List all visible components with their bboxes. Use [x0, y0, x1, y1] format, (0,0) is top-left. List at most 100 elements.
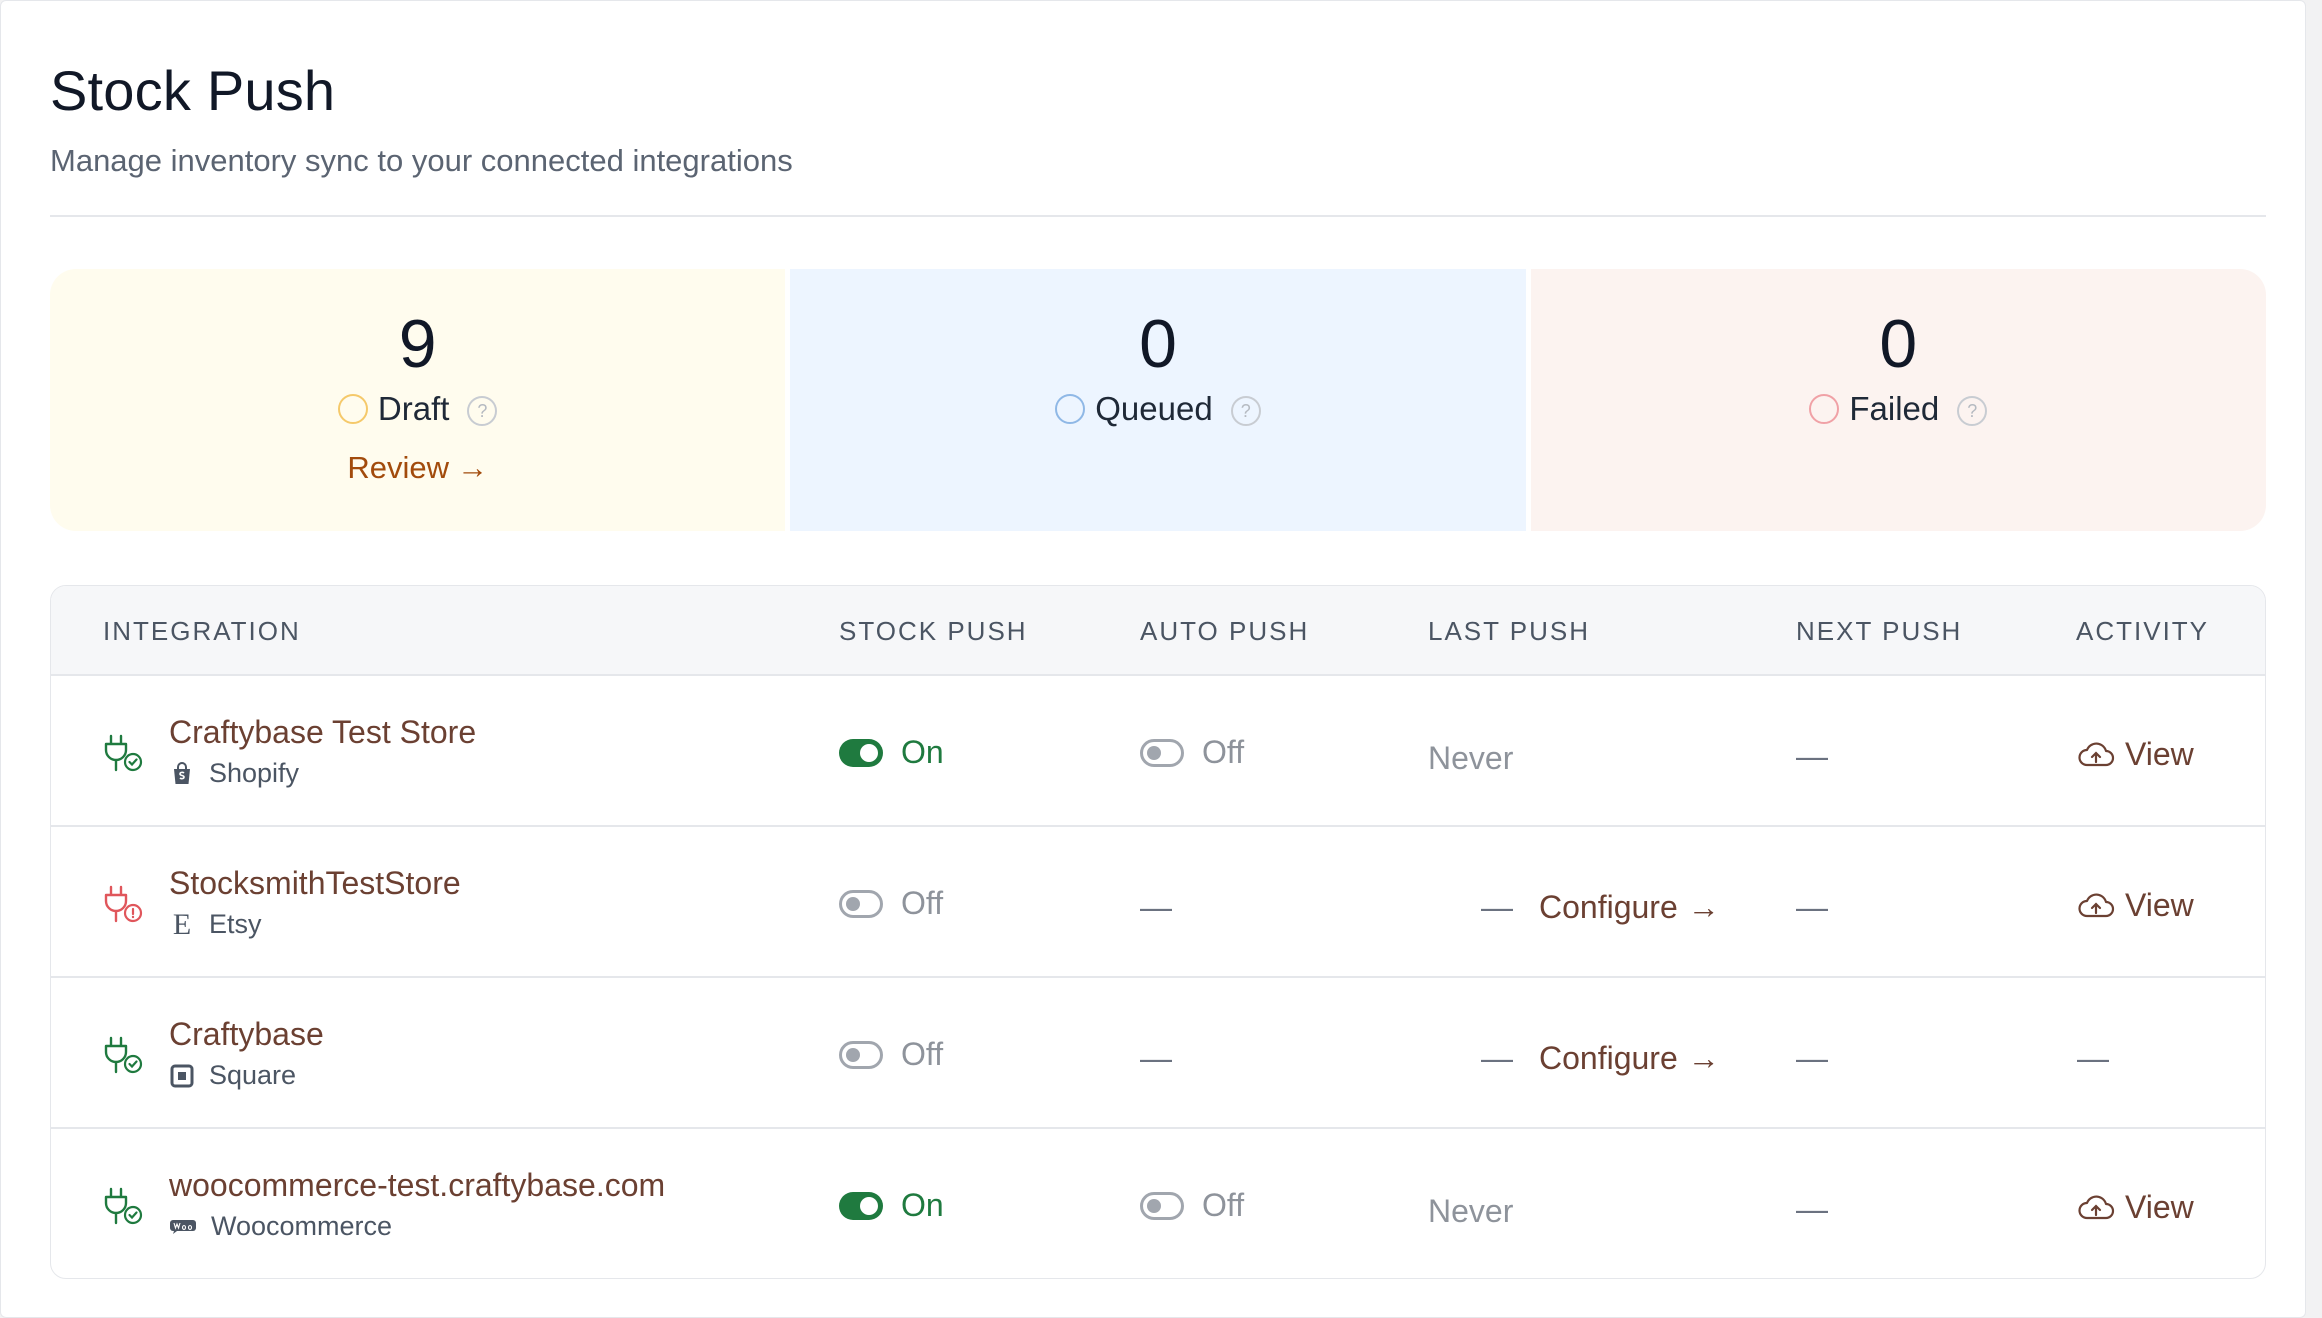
- configure-link[interactable]: Configure →: [1539, 889, 1720, 926]
- last-push-cell: — Configure →: [1481, 1040, 1720, 1077]
- woo-icon: [169, 1214, 197, 1240]
- toggle-switch[interactable]: [839, 1191, 883, 1220]
- review-drafts-link[interactable]: Review →: [347, 450, 488, 486]
- integration-name-link[interactable]: Craftybase Test Store: [169, 714, 476, 751]
- view-activity-link[interactable]: View: [2077, 887, 2194, 924]
- integration-platform: Square: [169, 1060, 296, 1091]
- cloud-upload-icon: [2078, 892, 2115, 917]
- integration-name-link[interactable]: Craftybase: [169, 1016, 324, 1053]
- review-link-label: Review: [347, 450, 449, 485]
- stat-draft-label: Draft: [377, 390, 450, 427]
- stock-push-state: On: [901, 734, 944, 770]
- integration-name-link[interactable]: woocommerce-test.craftybase.com: [169, 1167, 665, 1204]
- help-icon[interactable]: ?: [467, 396, 498, 426]
- arrow-right-icon: →: [456, 450, 488, 485]
- failed-status-ring-icon: [1809, 394, 1840, 424]
- stat-failed-label: Failed: [1849, 390, 1940, 427]
- toggle-switch[interactable]: [839, 1040, 883, 1069]
- auto-push-toggle[interactable]: Off: [1140, 1187, 1244, 1224]
- integration-platform-label: Woocommerce: [211, 1211, 393, 1241]
- stock-push-state: Off: [901, 885, 944, 921]
- view-activity-label: View: [2125, 887, 2194, 923]
- toggle-switch[interactable]: [1140, 738, 1184, 767]
- configure-label: Configure: [1539, 1040, 1678, 1076]
- view-activity-label: View: [2125, 736, 2194, 772]
- etsy-e-icon: E: [172, 907, 192, 941]
- stat-draft-label-row: Draft ?: [337, 390, 498, 428]
- view-activity-link[interactable]: View: [2077, 1189, 2194, 1226]
- help-icon[interactable]: ?: [1230, 396, 1261, 426]
- stock-push-toggle[interactable]: Off: [839, 885, 943, 922]
- column-header-last-push: LAST PUSH: [1428, 616, 1591, 646]
- integration-name-link[interactable]: StocksmithTestStore: [169, 865, 461, 902]
- arrow-right-icon: →: [1687, 889, 1720, 925]
- next-push-value: —: [1796, 889, 1828, 925]
- stat-draft: 9 Draft ? Review →: [50, 269, 786, 531]
- shopify-bag-icon: [169, 761, 195, 787]
- stock-push-page: Stock Push Manage inventory sync to your…: [0, 0, 2306, 1318]
- stock-push-toggle[interactable]: Off: [839, 1036, 943, 1073]
- table-row: Craftybase Square Off — — Configure → —: [51, 978, 2265, 1129]
- toggle-switch[interactable]: [1140, 1191, 1184, 1220]
- arrow-right-icon: →: [1687, 1040, 1720, 1076]
- square-icon: [169, 1063, 195, 1089]
- page-header: Stock Push Manage inventory sync to your…: [50, 57, 2266, 217]
- stat-draft-value: 9: [398, 306, 437, 382]
- auto-push-value: —: [1140, 1040, 1172, 1076]
- plug-check-icon: [104, 734, 143, 772]
- cloud-upload-icon: [2078, 741, 2115, 766]
- column-header-activity: ACTIVITY: [2076, 616, 2210, 646]
- stat-failed-value: 0: [1879, 306, 1918, 382]
- activity-value: —: [2077, 1040, 2109, 1076]
- stat-failed-label-row: Failed ?: [1809, 390, 1988, 428]
- stat-queued-value: 0: [1139, 306, 1177, 382]
- stat-queued: 0 Queued ?: [790, 269, 1526, 531]
- page-title: Stock Push: [50, 59, 336, 122]
- view-activity-label: View: [2125, 1189, 2194, 1225]
- toggle-switch[interactable]: [839, 889, 883, 918]
- next-push-value: —: [1796, 738, 1828, 774]
- stock-push-state: Off: [901, 1036, 944, 1072]
- last-push-value: —: [1481, 1040, 1513, 1076]
- stat-queued-label-row: Queued ?: [1055, 390, 1261, 428]
- stat-queued-label: Queued: [1095, 390, 1213, 427]
- last-push-value: —: [1481, 889, 1513, 925]
- cloud-upload-icon: [2078, 1194, 2115, 1219]
- help-icon[interactable]: ?: [1957, 396, 1988, 426]
- stock-push-state: On: [901, 1187, 944, 1223]
- page-subtitle: Manage inventory sync to your connected …: [50, 143, 793, 178]
- configure-label: Configure: [1539, 889, 1678, 925]
- auto-push-state: Off: [1202, 1187, 1245, 1223]
- plug-check-icon: [104, 1036, 143, 1074]
- auto-push-state: Off: [1202, 734, 1245, 770]
- draft-status-ring-icon: [337, 394, 368, 424]
- auto-push-toggle[interactable]: Off: [1140, 734, 1244, 771]
- table-row: Craftybase Test Store Shopify On Off Nev…: [51, 676, 2265, 827]
- toggle-switch[interactable]: [839, 738, 883, 767]
- integration-platform: Shopify: [169, 758, 299, 789]
- integration-platform-label: Square: [209, 1060, 297, 1090]
- table-header: INTEGRATION STOCK PUSH AUTO PUSH LAST PU…: [51, 586, 2265, 676]
- table-row: StocksmithTestStore E Etsy Off — — Confi…: [51, 827, 2265, 978]
- integration-platform-label: Etsy: [209, 909, 262, 939]
- queued-status-ring-icon: [1055, 394, 1086, 424]
- next-push-value: —: [1796, 1191, 1828, 1227]
- last-push-value: Never: [1428, 740, 1514, 776]
- table-row: woocommerce-test.craftybase.com Woocomme…: [51, 1129, 2265, 1278]
- stat-failed: 0 Failed ?: [1530, 269, 2266, 531]
- last-push-value: Never: [1428, 1193, 1514, 1229]
- plug-check-icon: [104, 1187, 143, 1225]
- column-header-stock-push: STOCK PUSH: [839, 616, 1028, 646]
- integrations-table: INTEGRATION STOCK PUSH AUTO PUSH LAST PU…: [50, 585, 2266, 1279]
- stock-push-toggle[interactable]: On: [839, 734, 944, 771]
- configure-link[interactable]: Configure →: [1539, 1040, 1720, 1077]
- last-push-cell: — Configure →: [1481, 889, 1720, 926]
- plug-alert-icon: [104, 885, 143, 923]
- column-header-auto-push: AUTO PUSH: [1140, 616, 1310, 646]
- column-header-next-push: NEXT PUSH: [1796, 616, 1963, 646]
- column-header-integration: INTEGRATION: [103, 616, 301, 646]
- auto-push-value: —: [1140, 889, 1172, 925]
- view-activity-link[interactable]: View: [2077, 736, 2194, 773]
- stock-push-toggle[interactable]: On: [839, 1187, 944, 1224]
- next-push-value: —: [1796, 1040, 1828, 1076]
